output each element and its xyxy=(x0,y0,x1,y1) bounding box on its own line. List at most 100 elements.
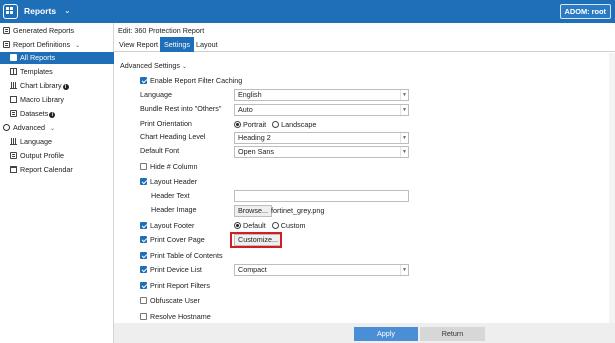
print-toc-row[interactable]: Print Table of Contents xyxy=(140,250,223,262)
main-panel: Edit: 360 Protection Report View Report … xyxy=(114,23,615,343)
layout-footer-row[interactable]: Layout Footer xyxy=(140,220,194,232)
calendar-icon xyxy=(10,166,17,173)
gear-icon xyxy=(3,124,10,131)
default-font-select[interactable]: Open Sans ▼ xyxy=(234,146,409,158)
setting-label: Hide # Column xyxy=(150,162,198,171)
header-text-input[interactable] xyxy=(234,190,409,202)
sidebar-item-label: Report Calendar xyxy=(20,165,73,174)
chevron-down-icon: ▼ xyxy=(400,105,408,115)
setting-label: Obfuscate User xyxy=(150,296,200,305)
app-grid-icon[interactable] xyxy=(3,4,18,19)
hide-column-checkbox[interactable] xyxy=(140,163,147,170)
setting-label: Resolve Hostname xyxy=(150,312,211,321)
sidebar-item-report-definitions[interactable]: Report Definitions ⌄ xyxy=(3,39,111,51)
sidebar-item-output-profile[interactable]: Output Profile xyxy=(10,150,64,162)
portrait-radio[interactable] xyxy=(234,121,241,128)
print-device-list-row[interactable]: Print Device List xyxy=(140,264,202,276)
radio-label: Custom xyxy=(280,221,306,230)
setting-label: Print Report Filters xyxy=(150,281,210,290)
footer-custom-radio[interactable] xyxy=(271,222,279,229)
setting-label: Enable Report Filter Caching xyxy=(150,76,243,85)
app-title[interactable]: Reports xyxy=(24,6,56,16)
chart-heading-level-select[interactable]: Heading 2 ▼ xyxy=(234,132,409,144)
print-cover-page-checkbox[interactable] xyxy=(140,236,147,243)
chevron-down-icon: ▼ xyxy=(400,133,408,143)
print-device-list-checkbox[interactable] xyxy=(140,266,147,273)
scrollbar[interactable] xyxy=(609,53,615,331)
chevron-down-icon: ▼ xyxy=(400,90,408,100)
print-toc-checkbox[interactable] xyxy=(140,252,147,259)
sidebar-item-datasets[interactable]: Datasets i xyxy=(10,108,56,120)
tab-bar: View Report Settings Layout xyxy=(114,37,615,52)
sidebar-item-label: Report Definitions xyxy=(13,40,71,49)
obfuscate-user-checkbox[interactable] xyxy=(140,297,147,304)
highlight-box xyxy=(230,232,282,248)
select-value: English xyxy=(238,90,262,99)
page-title: Edit: 360 Protection Report xyxy=(118,26,205,35)
header-image-filename: fortinet_grey.png xyxy=(271,206,325,215)
action-footer: Apply Return xyxy=(114,323,615,343)
advanced-settings-toggle[interactable]: Advanced Settings ⌄ xyxy=(120,61,187,70)
sidebar: Generated Reports Report Definitions ⌄ Al… xyxy=(0,23,114,343)
adom-button[interactable]: ADOM: root xyxy=(559,4,611,19)
chevron-down-icon: ▼ xyxy=(400,147,408,157)
info-icon: i xyxy=(49,112,56,118)
browse-button[interactable]: Browse... xyxy=(234,205,272,217)
sidebar-item-all-reports[interactable]: All Reports xyxy=(0,52,114,64)
sidebar-item-label: Output Profile xyxy=(20,151,64,160)
sidebar-item-label: Templates xyxy=(20,67,53,76)
layout-footer-checkbox[interactable] xyxy=(140,222,147,229)
resolve-hostname-checkbox[interactable] xyxy=(140,313,147,320)
section-title: Advanced Settings xyxy=(120,61,180,70)
hide-column-row[interactable]: Hide # Column xyxy=(140,161,198,173)
resolve-hostname-row[interactable]: Resolve Hostname xyxy=(140,311,211,323)
setting-label: Print Device List xyxy=(150,265,202,274)
enable-filter-caching-checkbox[interactable] xyxy=(140,77,147,84)
landscape-radio[interactable] xyxy=(272,121,280,128)
chevron-down-icon: ⌄ xyxy=(181,64,187,70)
return-button[interactable]: Return xyxy=(420,327,485,341)
tab-layout[interactable]: Layout xyxy=(192,37,222,52)
chevron-down-icon[interactable]: ⌄ xyxy=(64,6,71,15)
obfuscate-user-row[interactable]: Obfuscate User xyxy=(140,295,200,307)
print-cover-page-row[interactable]: Print Cover Page xyxy=(140,234,205,246)
layout-footer-options: Default Custom xyxy=(234,220,310,232)
language-select[interactable]: English ▼ xyxy=(234,89,409,101)
tab-view-report[interactable]: View Report xyxy=(115,37,162,52)
sidebar-item-advanced[interactable]: Advanced ⌄ xyxy=(3,122,55,134)
language-icon xyxy=(10,138,17,145)
device-list-select[interactable]: Compact ▼ xyxy=(234,264,409,276)
layout-header-row[interactable]: Layout Header xyxy=(140,176,197,188)
select-value: Auto xyxy=(238,105,253,114)
setting-label: Header Text xyxy=(151,191,190,200)
chevron-down-icon: ▼ xyxy=(400,265,408,275)
sidebar-item-templates[interactable]: Templates xyxy=(10,66,53,78)
apply-button[interactable]: Apply xyxy=(354,327,418,341)
sidebar-item-macro-library[interactable]: Macro Library xyxy=(10,94,64,106)
footer-default-radio[interactable] xyxy=(234,222,241,229)
macro-icon xyxy=(10,96,17,103)
sidebar-item-generated-reports[interactable]: Generated Reports xyxy=(3,25,111,37)
top-bar: Reports ⌄ ADOM: root xyxy=(0,0,615,23)
select-value: Heading 2 xyxy=(238,133,271,142)
setting-label: Chart Heading Level xyxy=(140,132,206,141)
print-report-filters-checkbox[interactable] xyxy=(140,282,147,289)
enable-filter-caching-row[interactable]: Enable Report Filter Caching xyxy=(140,75,242,87)
select-value: Open Sans xyxy=(238,147,274,156)
print-report-filters-row[interactable]: Print Report Filters xyxy=(140,280,210,292)
select-value: Compact xyxy=(238,265,267,274)
sidebar-item-label: Generated Reports xyxy=(13,26,75,35)
setting-label: Layout Footer xyxy=(150,221,195,230)
setting-label: Print Table of Contents xyxy=(150,251,223,260)
document-icon xyxy=(10,54,17,61)
layout-header-checkbox[interactable] xyxy=(140,178,147,185)
dataset-icon xyxy=(10,110,17,117)
tab-settings[interactable]: Settings xyxy=(160,37,194,52)
output-profile-icon xyxy=(10,152,17,159)
sidebar-item-language[interactable]: Language xyxy=(10,136,52,148)
setting-label: Print Orientation xyxy=(140,119,192,128)
sidebar-item-chart-library[interactable]: Chart Library i xyxy=(10,80,69,92)
bundle-rest-select[interactable]: Auto ▼ xyxy=(234,104,409,116)
sidebar-item-label: Macro Library xyxy=(20,95,64,104)
sidebar-item-report-calendar[interactable]: Report Calendar xyxy=(10,164,73,176)
